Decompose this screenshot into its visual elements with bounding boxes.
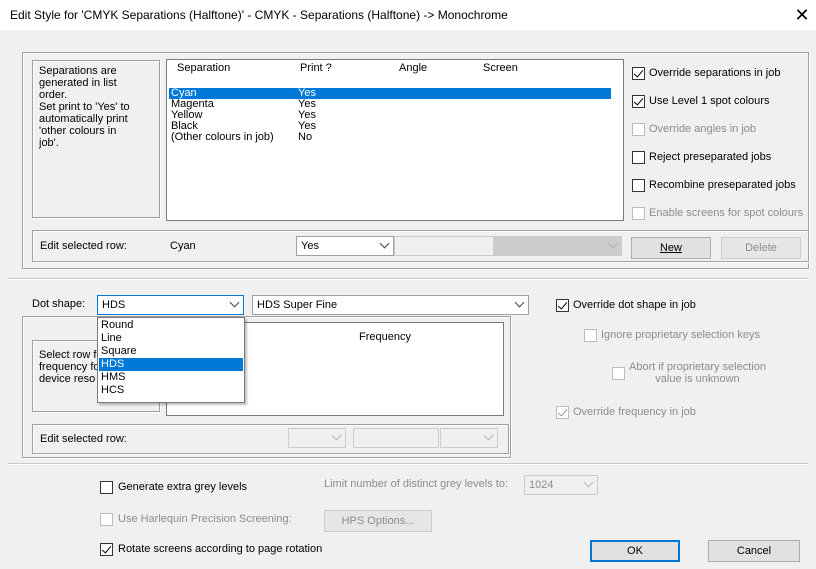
override-angles-label: Override angles in job (649, 123, 757, 135)
dot-shape-option[interactable]: Round (99, 319, 243, 332)
separation-cell-print: No (298, 131, 313, 143)
override-separations-label: Override separations in job (649, 67, 781, 79)
recombine-preseparated-label: Recombine preseparated jobs (649, 179, 796, 191)
section-divider (8, 278, 808, 280)
section-divider-2 (8, 463, 808, 465)
separation-row[interactable]: (Other colours in job) No (169, 132, 611, 143)
frequency-select-1[interactable] (288, 428, 346, 448)
column-header-screen[interactable]: Screen (483, 62, 518, 74)
column-header-print[interactable]: Print ? (300, 62, 332, 74)
print-select[interactable]: Yes (296, 236, 394, 256)
separation-row[interactable]: Cyan Yes (169, 88, 611, 99)
enable-spot-screens-label: Enable screens for spot colours (649, 207, 804, 219)
angle-input[interactable] (394, 236, 494, 256)
chevron-down-icon (231, 299, 239, 307)
generate-grey-checkbox[interactable] (100, 481, 113, 494)
dot-shape-label: Dot shape: (32, 298, 86, 310)
dot-shape-option[interactable]: Square (99, 345, 243, 358)
cancel-button[interactable]: Cancel (708, 540, 800, 562)
frequency-input[interactable] (353, 428, 439, 448)
screen-select[interactable] (494, 236, 622, 256)
use-level1-spot-label: Use Level 1 spot colours (649, 95, 770, 107)
separations-help-box: Separations are generated in list order.… (32, 60, 160, 218)
separation-row[interactable]: Magenta Yes (169, 99, 611, 110)
separations-list[interactable]: Separation Print ? Angle Screen Cyan Yes M… (166, 59, 624, 221)
close-icon[interactable]: ✕ (790, 3, 814, 27)
delete-button[interactable]: Delete (721, 237, 801, 259)
dot-shape-option[interactable]: HCS (99, 384, 243, 397)
separation-cell-separation: (Other colours in job) (171, 131, 274, 143)
frequency-edit-label: Edit selected row: (40, 433, 127, 445)
new-button[interactable]: New (631, 237, 711, 259)
rotate-screens-checkbox[interactable] (100, 543, 113, 556)
dot-shape-option[interactable]: Line (99, 332, 243, 345)
ignore-proprietary-keys-checkbox[interactable] (584, 329, 597, 342)
generate-grey-label: Generate extra grey levels (118, 481, 248, 493)
override-dot-shape-checkbox[interactable] (556, 299, 569, 312)
abort-proprietary-unknown-label: Abort if proprietary selection value is … (629, 361, 766, 385)
limit-grey-label: Limit number of distinct grey levels to: (324, 478, 509, 490)
ignore-proprietary-keys-label: Ignore proprietary selection keys (601, 329, 760, 341)
dot-shape-option[interactable]: HMS (99, 371, 243, 384)
harlequin-screening-label: Use Harlequin Precision Screening: (118, 513, 292, 525)
chevron-down-icon (585, 479, 593, 487)
grey-levels-select[interactable]: 1024 (524, 475, 598, 495)
dot-variant-select[interactable]: HDS Super Fine (252, 295, 529, 315)
override-dot-shape-label: Override dot shape in job (573, 299, 696, 311)
ok-button[interactable]: OK (590, 540, 680, 562)
column-header-angle[interactable]: Angle (399, 62, 427, 74)
frequency-select-2[interactable] (440, 428, 498, 448)
column-header-separation[interactable]: Separation (177, 62, 230, 74)
recombine-preseparated-checkbox[interactable] (632, 179, 645, 192)
reject-preseparated-label: Reject preseparated jobs (649, 151, 772, 163)
separations-edit-value: Cyan (170, 240, 196, 252)
window-title: Edit Style for 'CMYK Separations (Halfto… (10, 8, 508, 22)
dot-shape-option[interactable]: HDS (99, 358, 243, 371)
reject-preseparated-checkbox[interactable] (632, 151, 645, 164)
override-frequency-label: Override frequency in job (573, 406, 696, 418)
hps-options-button[interactable]: HPS Options... (324, 510, 432, 532)
harlequin-screening-checkbox[interactable] (100, 513, 113, 526)
separation-row[interactable]: Yellow Yes (169, 110, 611, 121)
dot-shape-dropdown-list[interactable]: Round Line Square HDS HMS HCS (97, 317, 245, 403)
override-angles-checkbox[interactable] (632, 123, 645, 136)
enable-spot-screens-checkbox[interactable] (632, 207, 645, 220)
column-header-frequency[interactable]: Frequency (359, 331, 411, 343)
chevron-down-icon (609, 240, 617, 248)
chevron-down-icon (516, 299, 524, 307)
chevron-down-icon (485, 432, 493, 440)
rotate-screens-label: Rotate screens according to page rotatio… (118, 543, 323, 555)
dot-shape-select[interactable]: HDS (97, 295, 244, 315)
use-level1-spot-checkbox[interactable] (632, 95, 645, 108)
chevron-down-icon (381, 240, 389, 248)
chevron-down-icon (333, 432, 341, 440)
override-frequency-checkbox[interactable] (556, 406, 569, 419)
separations-edit-label: Edit selected row: (40, 240, 127, 252)
override-separations-checkbox[interactable] (632, 67, 645, 80)
abort-proprietary-unknown-checkbox[interactable] (612, 367, 625, 380)
